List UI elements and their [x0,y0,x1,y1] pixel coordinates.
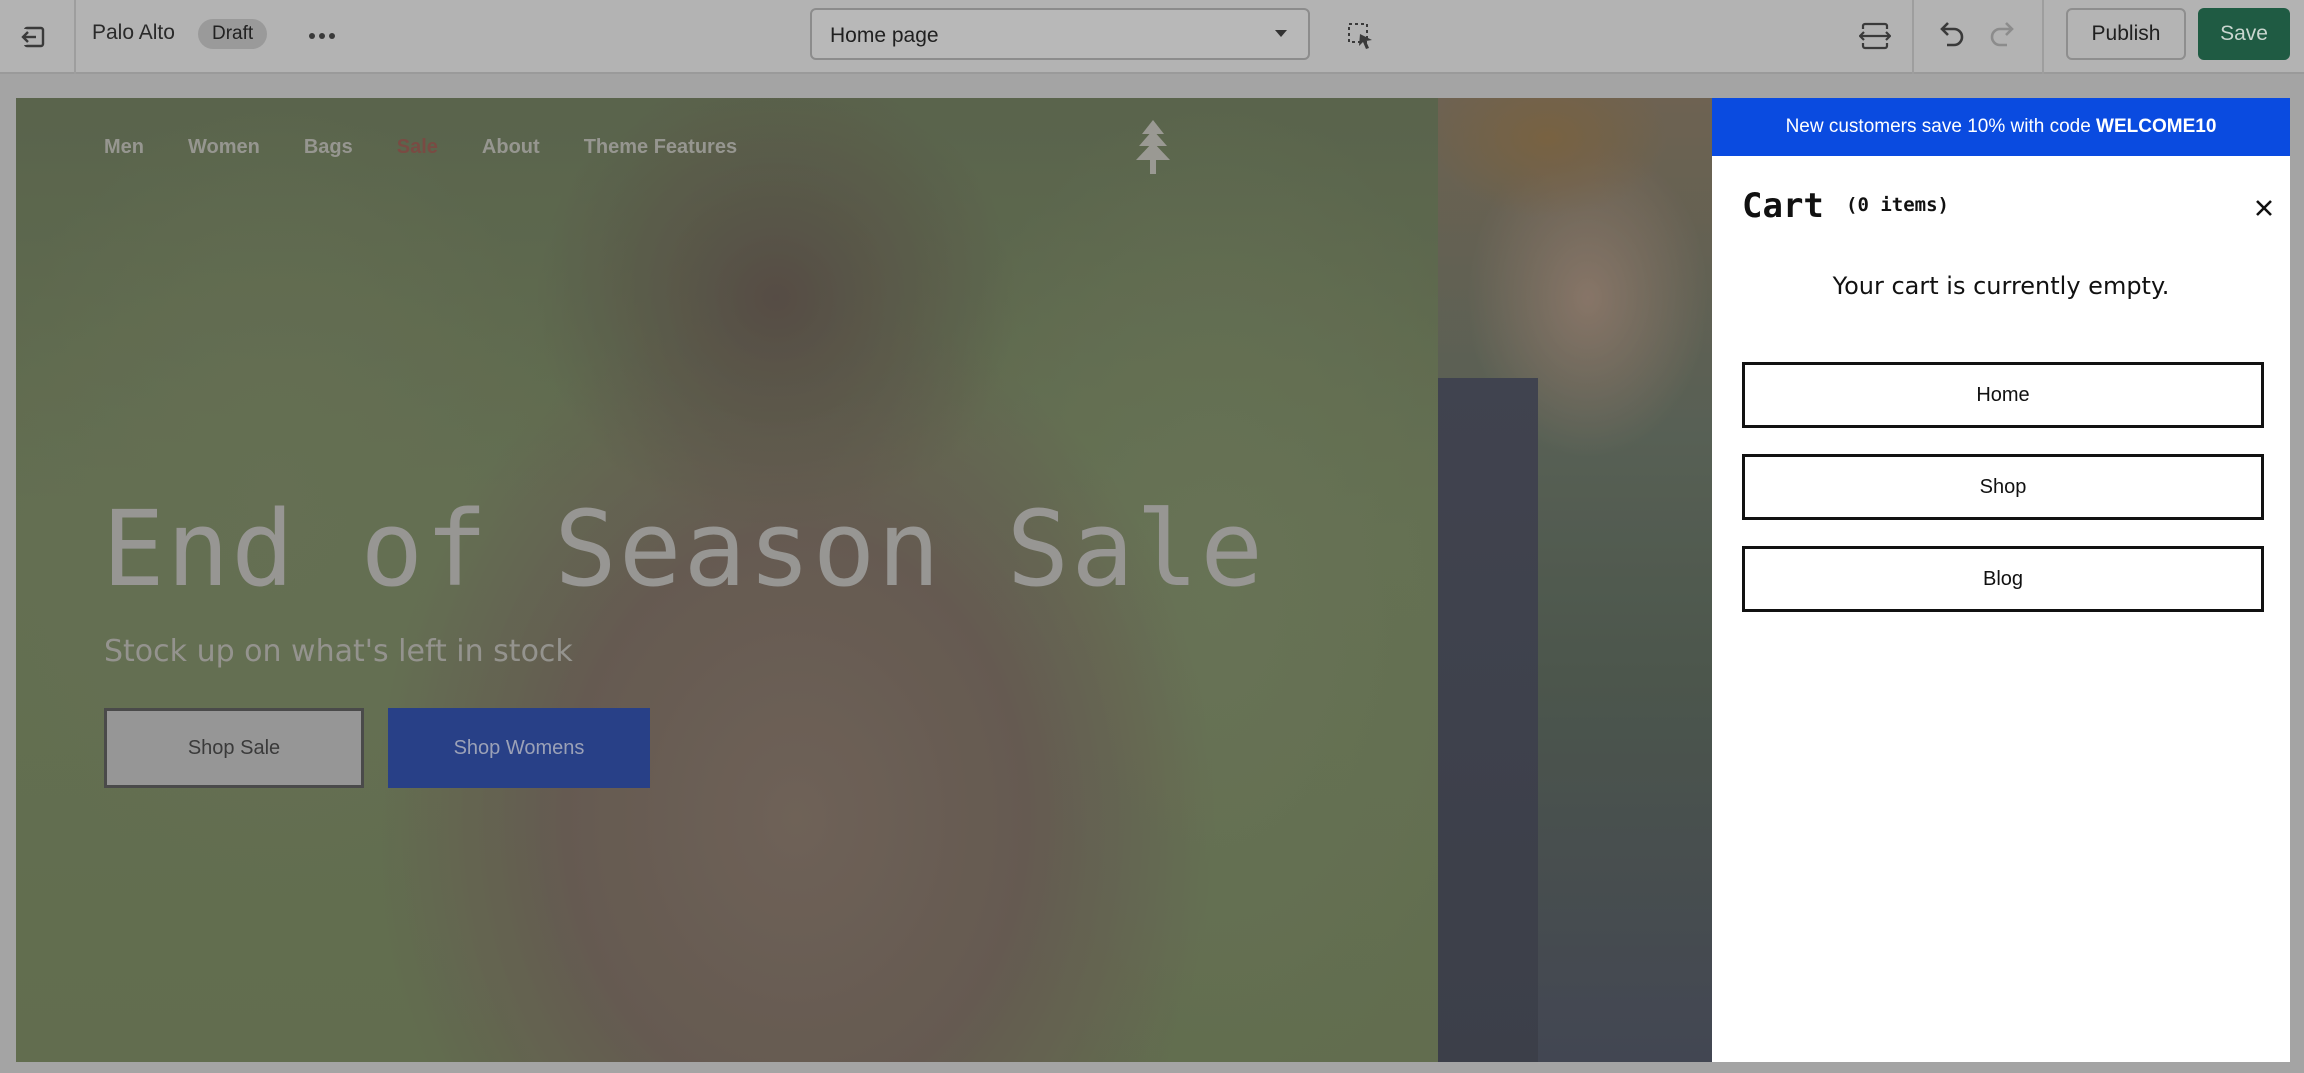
redo-icon [1990,22,2014,47]
cart-title: Cart [1742,186,1824,226]
editor-toolbar: Palo Alto Draft Home page Publish Save [0,0,2304,74]
promo-text: New customers save 10% with code [1785,116,2097,137]
cart-link-blog[interactable]: Blog [1742,546,2264,612]
toolbar-divider [2042,0,2044,74]
store-preview[interactable]: Men Women Bags Sale About Theme Features… [16,98,2290,1062]
cart-link-shop[interactable]: Shop [1742,454,2264,520]
undo-button[interactable] [1930,15,1972,57]
cart-close-button[interactable] [2250,194,2278,222]
more-actions-button[interactable] [302,19,342,53]
close-icon [2256,200,2272,216]
more-horizontal-icon [309,33,335,39]
viewport-resize-button[interactable] [1854,15,1896,57]
viewport-resize-icon [1859,22,1891,50]
page-selector-value: Home page [830,24,939,47]
publish-button[interactable]: Publish [2066,8,2186,60]
save-button[interactable]: Save [2198,8,2290,60]
inspector-toggle-button[interactable] [1342,17,1380,55]
toolbar-divider [1912,0,1914,74]
toolbar-divider [74,0,76,74]
store-name: Palo Alto [92,21,175,44]
select-element-icon [1348,23,1372,49]
cart-item-count: (0 items) [1846,194,1949,216]
undo-icon [1940,22,1964,47]
cart-link-home[interactable]: Home [1742,362,2264,428]
cart-empty-message: Your cart is currently empty. [1832,272,2170,300]
redo-button[interactable] [1982,15,2024,57]
promo-bar: New customers save 10% with code WELCOME… [1712,98,2290,156]
page-selector[interactable]: Home page [810,8,1310,60]
chevron-down-icon [1275,30,1287,37]
exit-editor-button[interactable] [14,17,54,57]
status-badge: Draft [198,19,268,49]
cart-drawer: New customers save 10% with code WELCOME… [1712,98,2290,1062]
exit-icon [21,26,45,48]
promo-code: WELCOME10 [2096,116,2217,137]
